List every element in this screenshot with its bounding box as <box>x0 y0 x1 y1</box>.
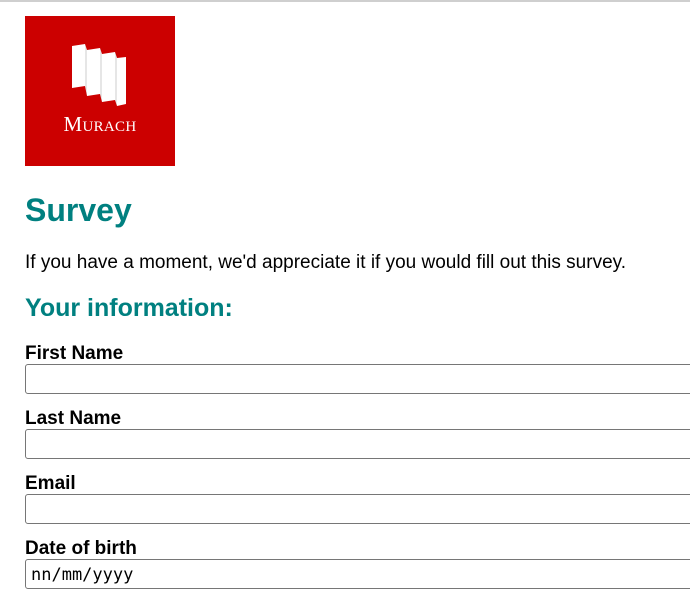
first-name-label: First Name <box>25 343 124 364</box>
logo-wordmark: Murach <box>63 112 137 136</box>
dob-label: Date of birth <box>25 538 137 559</box>
top-divider <box>0 0 690 2</box>
intro-text: If you have a moment, we'd appreciate it… <box>25 252 627 273</box>
page-title: Survey <box>25 192 132 228</box>
email-input[interactable] <box>25 494 690 524</box>
last-name-label: Last Name <box>25 408 122 429</box>
last-name-input[interactable] <box>25 429 690 459</box>
murach-logo: Murach <box>25 16 175 166</box>
email-label: Email <box>25 473 76 494</box>
dob-input[interactable]: nn/mm/yyyy <box>25 559 690 589</box>
survey-page: Murach Survey If you have a moment, we'd… <box>25 16 690 589</box>
section-title: Your information: <box>25 294 233 322</box>
first-name-input[interactable] <box>25 364 690 394</box>
murach-logo-icon <box>72 44 126 106</box>
